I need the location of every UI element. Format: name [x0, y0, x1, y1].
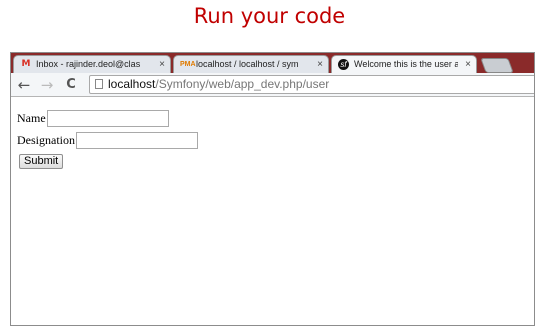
browser-window: M Inbox - rajinder.deol@clas × PMA local…: [10, 52, 535, 326]
close-icon[interactable]: ×: [465, 56, 471, 73]
close-icon[interactable]: ×: [317, 56, 323, 73]
designation-row: Designation: [17, 132, 198, 149]
page-content: Name Designation Submit: [11, 97, 534, 325]
new-tab-button[interactable]: [480, 58, 514, 73]
name-input[interactable]: [46, 110, 169, 127]
close-icon[interactable]: ×: [159, 56, 165, 73]
symfony-icon: sf: [338, 59, 349, 70]
back-arrow-icon[interactable]: ←: [15, 76, 33, 94]
name-row: Name: [17, 110, 169, 127]
tab-welcome-user[interactable]: sf Welcome this is the user a ×: [331, 55, 477, 73]
gmail-icon: M: [21, 59, 31, 69]
tab-label: Inbox - rajinder.deol@clas: [36, 59, 141, 69]
browser-toolbar: ← → C localhost/Symfony/web/app_dev.php/…: [11, 73, 534, 97]
tab-label: Welcome this is the user a: [354, 59, 458, 69]
phpmyadmin-icon: PMA: [180, 61, 196, 68]
url-path: /Symfony/web/app_dev.php/user: [155, 77, 330, 91]
designation-label: Designation: [17, 133, 75, 147]
tab-phpmyadmin[interactable]: PMA localhost / localhost / sym ×: [173, 55, 329, 73]
page-icon: [95, 79, 103, 89]
designation-input[interactable]: [76, 132, 198, 149]
url-text[interactable]: localhost/Symfony/web/app_dev.php/user: [108, 76, 329, 93]
tab-label: localhost / localhost / sym: [196, 59, 299, 69]
name-label: Name: [17, 111, 46, 125]
reload-icon[interactable]: C: [62, 76, 80, 94]
forward-arrow-icon[interactable]: →: [38, 76, 56, 94]
tab-strip: M Inbox - rajinder.deol@clas × PMA local…: [11, 53, 534, 73]
submit-button[interactable]: Submit: [19, 154, 64, 169]
url-host: localhost: [108, 77, 156, 91]
slide-caption: Run your code: [193, 4, 346, 28]
tab-gmail-inbox[interactable]: M Inbox - rajinder.deol@clas ×: [13, 55, 171, 73]
address-bar[interactable]: localhost/Symfony/web/app_dev.php/user: [89, 75, 534, 94]
